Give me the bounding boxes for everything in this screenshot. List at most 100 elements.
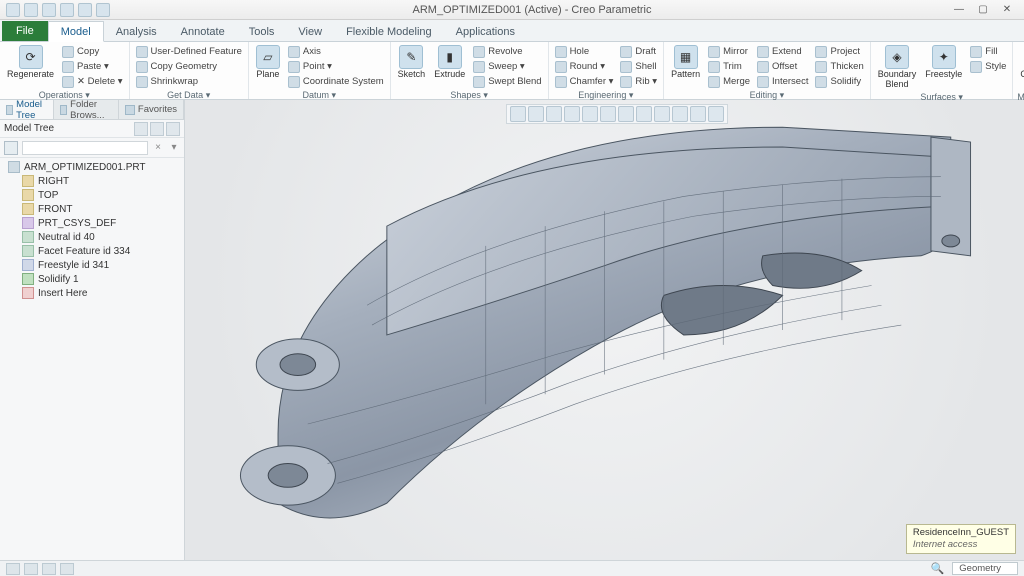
selection-filter-dropdown[interactable]: Geometry — [952, 562, 1018, 575]
offset-button[interactable]: Offset — [755, 59, 810, 74]
round-button[interactable]: Round ▾ — [553, 59, 616, 74]
regenerate-button[interactable]: ⟳ Regenerate — [4, 44, 57, 81]
sidebar-tab-folder-browser[interactable]: Folder Brows... — [54, 100, 119, 119]
tab-annotate[interactable]: Annotate — [169, 22, 237, 41]
sidebar-tab-model-tree[interactable]: Model Tree — [0, 100, 54, 119]
shell-button[interactable]: Shell — [618, 59, 659, 74]
filter-icon[interactable] — [4, 141, 18, 155]
tree-expand-button[interactable] — [166, 122, 180, 136]
graphics-tool-button[interactable] — [528, 106, 544, 122]
merge-button[interactable]: Merge — [706, 74, 752, 89]
pattern-button[interactable]: ▦Pattern — [668, 44, 703, 81]
extrude-button[interactable]: ▮Extrude — [431, 44, 468, 81]
plus-icon — [22, 273, 34, 285]
tree-node[interactable]: Facet Feature id 334 — [0, 244, 184, 258]
tab-tools[interactable]: Tools — [237, 22, 287, 41]
tree-node[interactable]: Solidify 1 — [0, 272, 184, 286]
search-dropdown-button[interactable]: ▾ — [168, 142, 180, 154]
trim-button[interactable]: Trim — [706, 59, 752, 74]
extend-button[interactable]: Extend — [755, 44, 810, 59]
graphics-tool-button[interactable] — [636, 106, 652, 122]
freestyle-button[interactable]: ✦Freestyle — [922, 44, 965, 81]
shrinkwrap-button[interactable]: Shrinkwrap — [134, 74, 244, 89]
status-icon[interactable] — [60, 563, 74, 575]
tree-show-button[interactable] — [150, 122, 164, 136]
tree-node[interactable]: TOP — [0, 188, 184, 202]
thicken-label: Thicken — [830, 61, 863, 72]
close-button[interactable]: ✕ — [996, 3, 1018, 17]
qat-button[interactable] — [6, 3, 20, 17]
tree-node[interactable]: Neutral id 40 — [0, 230, 184, 244]
tree-node[interactable]: RIGHT — [0, 174, 184, 188]
tab-view[interactable]: View — [286, 22, 334, 41]
rib-button[interactable]: Rib ▾ — [618, 74, 659, 89]
graphics-tool-button[interactable] — [600, 106, 616, 122]
qat-button[interactable] — [24, 3, 38, 17]
graphics-tool-button[interactable] — [510, 106, 526, 122]
sweep-button[interactable]: Sweep ▾ — [471, 59, 543, 74]
paste-button[interactable]: Paste ▾ — [60, 59, 124, 74]
thicken-button[interactable]: Thicken — [813, 59, 865, 74]
tree-node[interactable]: FRONT — [0, 202, 184, 216]
offset-icon — [757, 61, 769, 73]
graphics-canvas[interactable] — [185, 100, 1024, 560]
model-tree[interactable]: ARM_OPTIMIZED001.PRTRIGHTTOPFRONTPRT_CSY… — [0, 158, 184, 560]
sweep-icon — [473, 61, 485, 73]
graphics-tool-button[interactable] — [618, 106, 634, 122]
qat-button[interactable] — [42, 3, 56, 17]
component-interface-button[interactable]: ⬚Component Interface — [1017, 44, 1024, 91]
tree-node[interactable]: PRT_CSYS_DEF — [0, 216, 184, 230]
axis-button[interactable]: Axis — [286, 44, 386, 59]
udf-button[interactable]: User-Defined Feature — [134, 44, 244, 59]
revolve-button[interactable]: Revolve — [471, 44, 543, 59]
find-icon[interactable]: 🔍 — [931, 562, 945, 575]
minimize-button[interactable]: ― — [948, 3, 970, 17]
tab-file[interactable]: File — [2, 21, 48, 41]
graphics-tool-button[interactable] — [564, 106, 580, 122]
plane-button[interactable]: ▱Plane — [253, 44, 283, 81]
qat-button[interactable] — [96, 3, 110, 17]
intersect-button[interactable]: Intersect — [755, 74, 810, 89]
csys-button[interactable]: Coordinate System — [286, 74, 386, 89]
sweptblend-button[interactable]: Swept Blend — [471, 74, 543, 89]
project-button[interactable]: Project — [813, 44, 865, 59]
tab-model[interactable]: Model — [48, 21, 104, 42]
maximize-button[interactable]: ▢ — [972, 3, 994, 17]
graphics-tool-button[interactable] — [672, 106, 688, 122]
graphics-tool-button[interactable] — [654, 106, 670, 122]
tree-settings-button[interactable] — [134, 122, 148, 136]
solidify-button[interactable]: Solidify — [813, 74, 865, 89]
sketch-button[interactable]: ✎Sketch — [395, 44, 429, 81]
clear-search-button[interactable]: × — [152, 142, 164, 154]
hole-button[interactable]: Hole — [553, 44, 616, 59]
fill-button[interactable]: Fill — [968, 44, 1008, 59]
tab-analysis[interactable]: Analysis — [104, 22, 169, 41]
status-icon[interactable] — [24, 563, 38, 575]
mirror-button[interactable]: Mirror — [706, 44, 752, 59]
tab-applications[interactable]: Applications — [444, 22, 527, 41]
graphics-tool-button[interactable] — [690, 106, 706, 122]
boundary-blend-button[interactable]: ◈Boundary Blend — [875, 44, 920, 91]
draft-button[interactable]: Draft — [618, 44, 659, 59]
delete-button[interactable]: ✕ Delete ▾ — [60, 74, 124, 89]
network-status: Internet access — [913, 539, 1009, 551]
tree-node[interactable]: ARM_OPTIMIZED001.PRT — [0, 160, 184, 174]
graphics-tool-button[interactable] — [582, 106, 598, 122]
status-icon[interactable] — [6, 563, 20, 575]
tree-search-input[interactable] — [22, 141, 148, 155]
sidebar-tab-favorites[interactable]: Favorites — [119, 100, 184, 119]
point-button[interactable]: Point ▾ — [286, 59, 386, 74]
shell-icon — [620, 61, 632, 73]
chamfer-button[interactable]: Chamfer ▾ — [553, 74, 616, 89]
tree-node[interactable]: Freestyle id 341 — [0, 258, 184, 272]
status-icon[interactable] — [42, 563, 56, 575]
copy-button[interactable]: Copy — [60, 44, 124, 59]
style-button[interactable]: Style — [968, 59, 1008, 74]
copy-geometry-button[interactable]: Copy Geometry — [134, 59, 244, 74]
qat-button[interactable] — [78, 3, 92, 17]
qat-button[interactable] — [60, 3, 74, 17]
tab-flexible-modeling[interactable]: Flexible Modeling — [334, 22, 444, 41]
graphics-tool-button[interactable] — [546, 106, 562, 122]
graphics-tool-button[interactable] — [708, 106, 724, 122]
tree-node[interactable]: Insert Here — [0, 286, 184, 300]
